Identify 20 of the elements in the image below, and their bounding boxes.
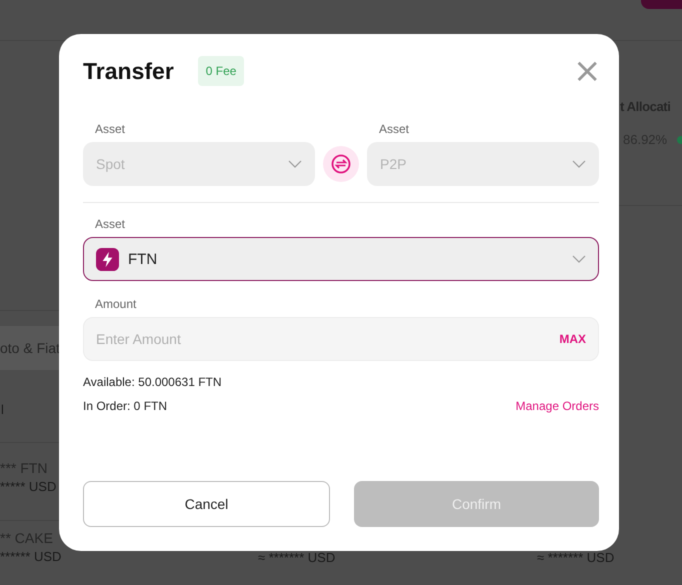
- swap-icon: [331, 154, 351, 174]
- field-label: Asset: [378, 122, 410, 136]
- dialog-title: Transfer: [83, 58, 174, 84]
- cancel-button[interactable]: Cancel: [83, 481, 330, 527]
- close-button[interactable]: ×: [573, 54, 599, 88]
- field-label: Amount: [94, 297, 138, 311]
- chevron-icon: [288, 160, 302, 168]
- in-order-text: In Order: 0 FTN: [83, 399, 168, 413]
- amount-field[interactable]: Enter Amount MAX: [83, 317, 599, 361]
- available-text: Available: 50.000631 FTN: [83, 375, 223, 389]
- chevron-icon: [572, 255, 586, 263]
- fee-badge: 0 Fee: [198, 56, 244, 86]
- asset-select[interactable]: FTN: [83, 237, 599, 281]
- field-label: Asset: [94, 122, 126, 136]
- field-label: Asset: [94, 217, 126, 231]
- lightning-icon: [96, 248, 119, 270]
- chevron-icon: [572, 160, 586, 168]
- max-button[interactable]: MAX: [559, 332, 586, 346]
- manage-orders-link[interactable]: Manage Orders: [516, 399, 599, 413]
- swap-button[interactable]: [323, 146, 359, 182]
